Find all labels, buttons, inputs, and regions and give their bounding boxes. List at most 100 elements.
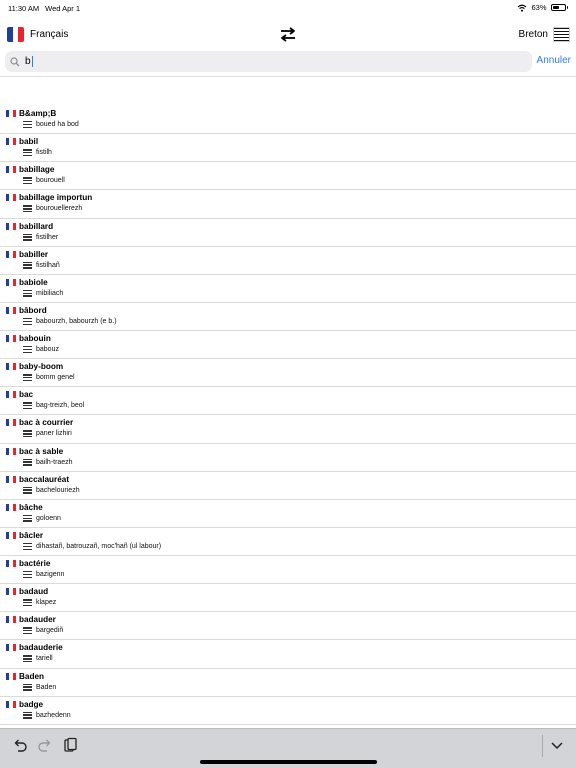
entry-word: babiller	[19, 249, 49, 259]
list-item[interactable]: babiole mibiliach	[0, 275, 576, 303]
target-language-label: Breton	[518, 29, 548, 40]
list-item[interactable]: bâche goloenn	[0, 500, 576, 528]
entry-headword: bâbord	[6, 306, 47, 315]
toolbar-separator	[542, 735, 543, 757]
french-flag-icon	[6, 475, 16, 483]
entry-translation-text: bomm genel	[36, 374, 75, 382]
entry-word: bâbord	[19, 305, 47, 315]
list-item[interactable]: baccalauréat bachelouriezh	[0, 472, 576, 500]
status-bar: 11:30 AM Wed Apr 1 63%	[0, 0, 576, 16]
entry-translation: mibiliach	[23, 289, 63, 297]
french-flag-icon	[6, 391, 16, 399]
entry-headword: Baden	[6, 672, 44, 681]
french-flag-icon	[6, 306, 16, 314]
entry-headword: babillage importun	[6, 193, 92, 202]
list-item[interactable]: babillage importun bourouellerezh	[0, 190, 576, 219]
list-item[interactable]: bac à sable bailh-traezh	[0, 444, 576, 472]
breton-flag-icon	[23, 683, 32, 691]
entry-translation-text: boued ha bod	[36, 121, 79, 128]
list-item[interactable]: babouin babouz	[0, 331, 576, 360]
breton-flag-icon	[23, 233, 32, 241]
target-language-button[interactable]: Breton	[519, 27, 570, 42]
entry-word: bac	[19, 390, 34, 400]
french-flag-icon	[6, 110, 16, 117]
list-item[interactable]: badaud klapez	[0, 584, 576, 613]
breton-flag-icon	[23, 486, 32, 494]
breton-flag-icon	[23, 261, 32, 269]
entry-word: babillage importun	[19, 193, 93, 203]
battery-icon	[550, 4, 566, 11]
entry-list[interactable]: B&amp;B boued ha bod babil fistilh babillage…	[0, 106, 576, 728]
entry-translation: fistilhañ	[23, 261, 60, 269]
french-flag-icon	[6, 419, 16, 427]
chevron-down-icon[interactable]	[549, 737, 565, 753]
breton-flag-icon	[23, 289, 32, 297]
entry-translation: bazhedenn	[23, 711, 71, 719]
entry-word: B&amp;B	[19, 109, 57, 118]
entry-headword: babouin	[6, 334, 51, 343]
entry-headword: bâcler	[6, 531, 43, 540]
list-item[interactable]: babillage bourouell	[0, 162, 576, 191]
list-item[interactable]: babil fistilh	[0, 134, 576, 163]
breton-flag-icon	[23, 571, 32, 579]
list-item[interactable]: bactérie bazigenn	[0, 556, 576, 585]
french-flag-icon	[6, 138, 16, 146]
battery-tip	[566, 6, 568, 9]
list-item[interactable]: Baden Baden	[0, 669, 576, 697]
entry-word: bac à sable	[19, 446, 64, 456]
entry-headword: babiller	[6, 250, 48, 259]
search-input[interactable]: b	[5, 51, 532, 72]
list-item[interactable]: babiller fistilhañ	[0, 247, 576, 275]
entry-translation: babourzh, babourzh (e b.)	[23, 317, 117, 325]
french-flag-icon	[6, 447, 16, 455]
undo-icon[interactable]	[12, 737, 28, 753]
entry-word: bac à courrier	[19, 418, 74, 428]
list-item[interactable]: bac bag-treizh, beol	[0, 387, 576, 416]
entry-translation-text: babourzh, babourzh (e b.)	[36, 317, 117, 325]
redo-icon[interactable]	[37, 737, 53, 753]
list-item[interactable]: badauderie tariell	[0, 640, 576, 669]
list-item[interactable]: badauder bargediñ	[0, 612, 576, 641]
list-item[interactable]: babillard fistilher	[0, 219, 576, 247]
entry-translation-text: bag-treizh, beol	[36, 402, 85, 410]
entry-word: badauder	[19, 615, 56, 625]
list-item[interactable]: baby-boom bomm genel	[0, 359, 576, 388]
wifi-icon	[518, 4, 527, 12]
list-item[interactable]: badge bazhedenn	[0, 697, 576, 725]
search-area: b Annuler	[0, 50, 576, 76]
list-item[interactable]: B&amp;B boued ha bod	[0, 106, 576, 135]
entry-word: badge	[19, 699, 44, 709]
entry-translation-text: Baden	[36, 683, 57, 691]
search-icon	[10, 56, 20, 66]
list-item[interactable]: bâbord babourzh, babourzh (e b.)	[0, 303, 576, 331]
entry-translation-text: bazigenn	[36, 571, 65, 578]
swap-arrows-icon[interactable]	[278, 26, 298, 44]
entry-translation-text: bargediñ	[36, 627, 64, 635]
entry-word: babillard	[19, 221, 54, 231]
entry-translation-text: bourouell	[36, 177, 65, 185]
french-flag-icon	[6, 644, 16, 652]
entry-headword: bâche	[6, 503, 43, 512]
entry-translation: bourouell	[23, 177, 65, 185]
clipboard-icon[interactable]	[62, 737, 78, 753]
french-flag-icon	[6, 335, 16, 342]
source-language-button[interactable]: Français	[7, 27, 68, 42]
breton-flag-icon	[23, 149, 32, 157]
entry-headword: badge	[6, 700, 43, 709]
list-item[interactable]: bâcler dihastañ, batrouzañ, moc'hañ (ul l…	[0, 528, 576, 556]
entry-headword: badauder	[6, 615, 56, 624]
entry-word: baby-boom	[19, 362, 64, 372]
battery-fill	[552, 6, 560, 9]
entry-word: babouin	[19, 334, 51, 343]
entry-translation: paner lizhiri	[23, 430, 72, 438]
entry-translation-text: klapez	[36, 599, 57, 607]
breton-flag-icon	[553, 27, 570, 42]
cancel-button[interactable]: Annuler	[537, 55, 571, 66]
list-item[interactable]: bac à courrier paner lizhiri	[0, 415, 576, 444]
entry-translation-text: goloenn	[36, 514, 61, 522]
entry-translation-text: fistilher	[36, 233, 59, 241]
entry-translation: bomm genel	[23, 374, 75, 382]
entry-headword: badaud	[6, 587, 48, 596]
french-flag-icon	[7, 27, 24, 42]
french-flag-icon	[6, 503, 16, 511]
